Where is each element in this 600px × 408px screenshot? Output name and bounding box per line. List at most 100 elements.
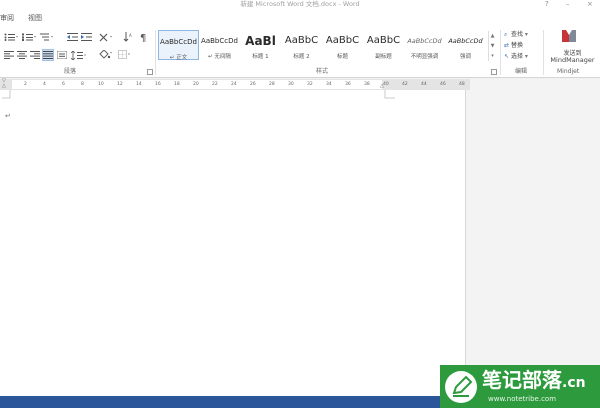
style-heading-1[interactable]: AaBl 标题 1 (240, 30, 281, 60)
style-name: 强调 (459, 54, 471, 60)
ribbon-tabs: 审阅 视图 (0, 9, 600, 28)
ruler-tick: 18 (174, 82, 180, 87)
ruler-tick: 12 (117, 82, 123, 87)
ruler-tick: 8 (81, 82, 84, 87)
horizontal-ruler[interactable]: ▽ △ 2 4 6 8 10 12 14 16 18 20 22 24 26 2… (0, 79, 470, 90)
style-name: 不明显强调 (410, 54, 439, 60)
align-right-button[interactable] (29, 50, 40, 60)
align-left-icon (3, 51, 14, 59)
mindjet-group-label: Mindjet (557, 68, 580, 75)
decrease-indent-button[interactable] (66, 32, 78, 42)
ruler-tick: 34 (326, 82, 332, 87)
paragraph-dialog-launcher[interactable] (147, 69, 153, 75)
ruler-tick: 30 (288, 82, 294, 87)
decrease-indent-icon (66, 33, 78, 41)
svg-text:¶: ¶ (140, 33, 146, 42)
style-sample: AaBbC (325, 35, 360, 46)
minimize-button[interactable]: – (566, 0, 570, 9)
select-button[interactable]: ↖ 选择 ▾ (504, 53, 528, 61)
style-sample: AaBbCcDd (160, 38, 197, 46)
style-sample: AaBbCcDd (201, 37, 238, 45)
paint-bucket-icon (99, 50, 112, 59)
distributed-button[interactable] (56, 50, 67, 60)
document-page[interactable]: ↵ (0, 90, 466, 396)
justify-button[interactable] (42, 49, 54, 61)
margin-corner-mark (384, 90, 395, 99)
right-indent-marker[interactable]: △ (380, 84, 384, 89)
show-marks-button[interactable]: ¶ (138, 32, 150, 42)
numbering-button[interactable] (21, 32, 37, 42)
numbered-list-icon (22, 33, 36, 41)
align-center-button[interactable] (16, 50, 27, 60)
ruler-tick: 36 (345, 82, 351, 87)
watermark-title: 笔记部落.cn (482, 367, 586, 396)
site-watermark: 笔记部落.cn www.notetribe.com (440, 365, 600, 408)
pilcrow-icon: ¶ (140, 33, 146, 42)
line-spacing-button[interactable] (70, 50, 88, 60)
ruler-tick: 32 (307, 82, 313, 87)
pencil-icon (445, 371, 477, 403)
style-name: ↵ 正文 (169, 55, 188, 61)
replace-label: 替换 (511, 42, 524, 49)
style-normal[interactable]: AaBbCcDd ↵ 正文 (158, 30, 199, 61)
help-button[interactable]: ? (545, 0, 549, 9)
style-sample: AaBl (245, 34, 276, 48)
replace-icon: ⇄ (504, 42, 510, 49)
ruler-tick: 14 (136, 82, 142, 87)
style-title[interactable]: AaBbC 标题 (322, 30, 363, 60)
select-label: 选择 (511, 53, 524, 60)
ruler-background (470, 79, 600, 90)
style-heading-2[interactable]: AaBbC 标题 2 (281, 30, 322, 60)
tab-review[interactable]: 审阅 (0, 13, 14, 23)
justify-icon (43, 51, 53, 59)
style-name: 标题 2 (293, 54, 310, 60)
paragraph-mark[interactable]: ↵ (5, 112, 11, 120)
close-button[interactable]: × (587, 0, 593, 9)
style-no-spacing[interactable]: AaBbCcDd ↵ 无间隔 (199, 30, 240, 60)
distributed-icon (56, 51, 67, 59)
styles-dialog-launcher[interactable] (491, 69, 497, 75)
style-subtle-emphasis[interactable]: AaBbCcDd 不明显强调 (404, 30, 445, 60)
find-button[interactable]: ⌕ 查找 ▾ (504, 31, 528, 39)
style-sample: AaBbCcDd (448, 37, 483, 45)
chevron-down-icon[interactable]: ▼ (489, 41, 496, 51)
paragraph-group-label: 段落 (64, 68, 77, 75)
group-divider (500, 30, 501, 75)
find-label: 查找 (511, 31, 524, 38)
gallery-more-icon[interactable]: ▾ (489, 51, 496, 61)
style-name: 副标题 (375, 54, 392, 60)
replace-button[interactable]: ⇄ 替换 (504, 42, 523, 50)
ruler-tick: 22 (212, 82, 218, 87)
style-name: 标题 1 (252, 54, 269, 60)
watermark-url: www.notetribe.com (488, 395, 557, 403)
bullet-list-icon (4, 33, 18, 41)
ruler-tick: 4 (43, 82, 46, 87)
hanging-indent-marker[interactable]: △ (2, 84, 6, 89)
align-left-button[interactable] (3, 50, 14, 60)
bullets-button[interactable] (3, 32, 19, 42)
style-subtitle[interactable]: AaBbC 副标题 (363, 30, 404, 60)
align-center-icon (16, 51, 27, 59)
ruler-tick: 48 (459, 82, 465, 87)
style-emphasis[interactable]: AaBbCcDd 强调 (445, 30, 486, 60)
multilevel-list-icon (40, 33, 53, 41)
sort-button[interactable]: A (122, 32, 134, 42)
ruler-tick: 2 (24, 82, 27, 87)
document-area: ↵ (0, 90, 600, 396)
ruler-tick: 38 (364, 82, 370, 87)
increase-indent-button[interactable] (80, 32, 92, 42)
style-gallery-scroller[interactable]: ▲ ▼ ▾ (488, 31, 496, 61)
multilevel-list-button[interactable] (39, 32, 55, 42)
ribbon: A ¶ 段落 AaBbCcDd ↵ 正文 AaBbCcDd ↵ 无间隔 AaBl… (0, 28, 600, 78)
borders-icon (118, 50, 130, 59)
chinese-layout-button[interactable] (98, 32, 114, 42)
send-to-mindmanager-line2[interactable]: MindManager (545, 56, 600, 64)
mindmanager-logo-icon[interactable] (562, 30, 576, 42)
shading-button[interactable] (98, 50, 114, 60)
group-divider (543, 30, 544, 75)
tab-view[interactable]: 视图 (28, 13, 42, 23)
chevron-up-icon[interactable]: ▲ (489, 31, 496, 41)
ruler-tick: 26 (250, 82, 256, 87)
search-icon: ⌕ (504, 31, 508, 38)
borders-button[interactable] (117, 50, 133, 60)
